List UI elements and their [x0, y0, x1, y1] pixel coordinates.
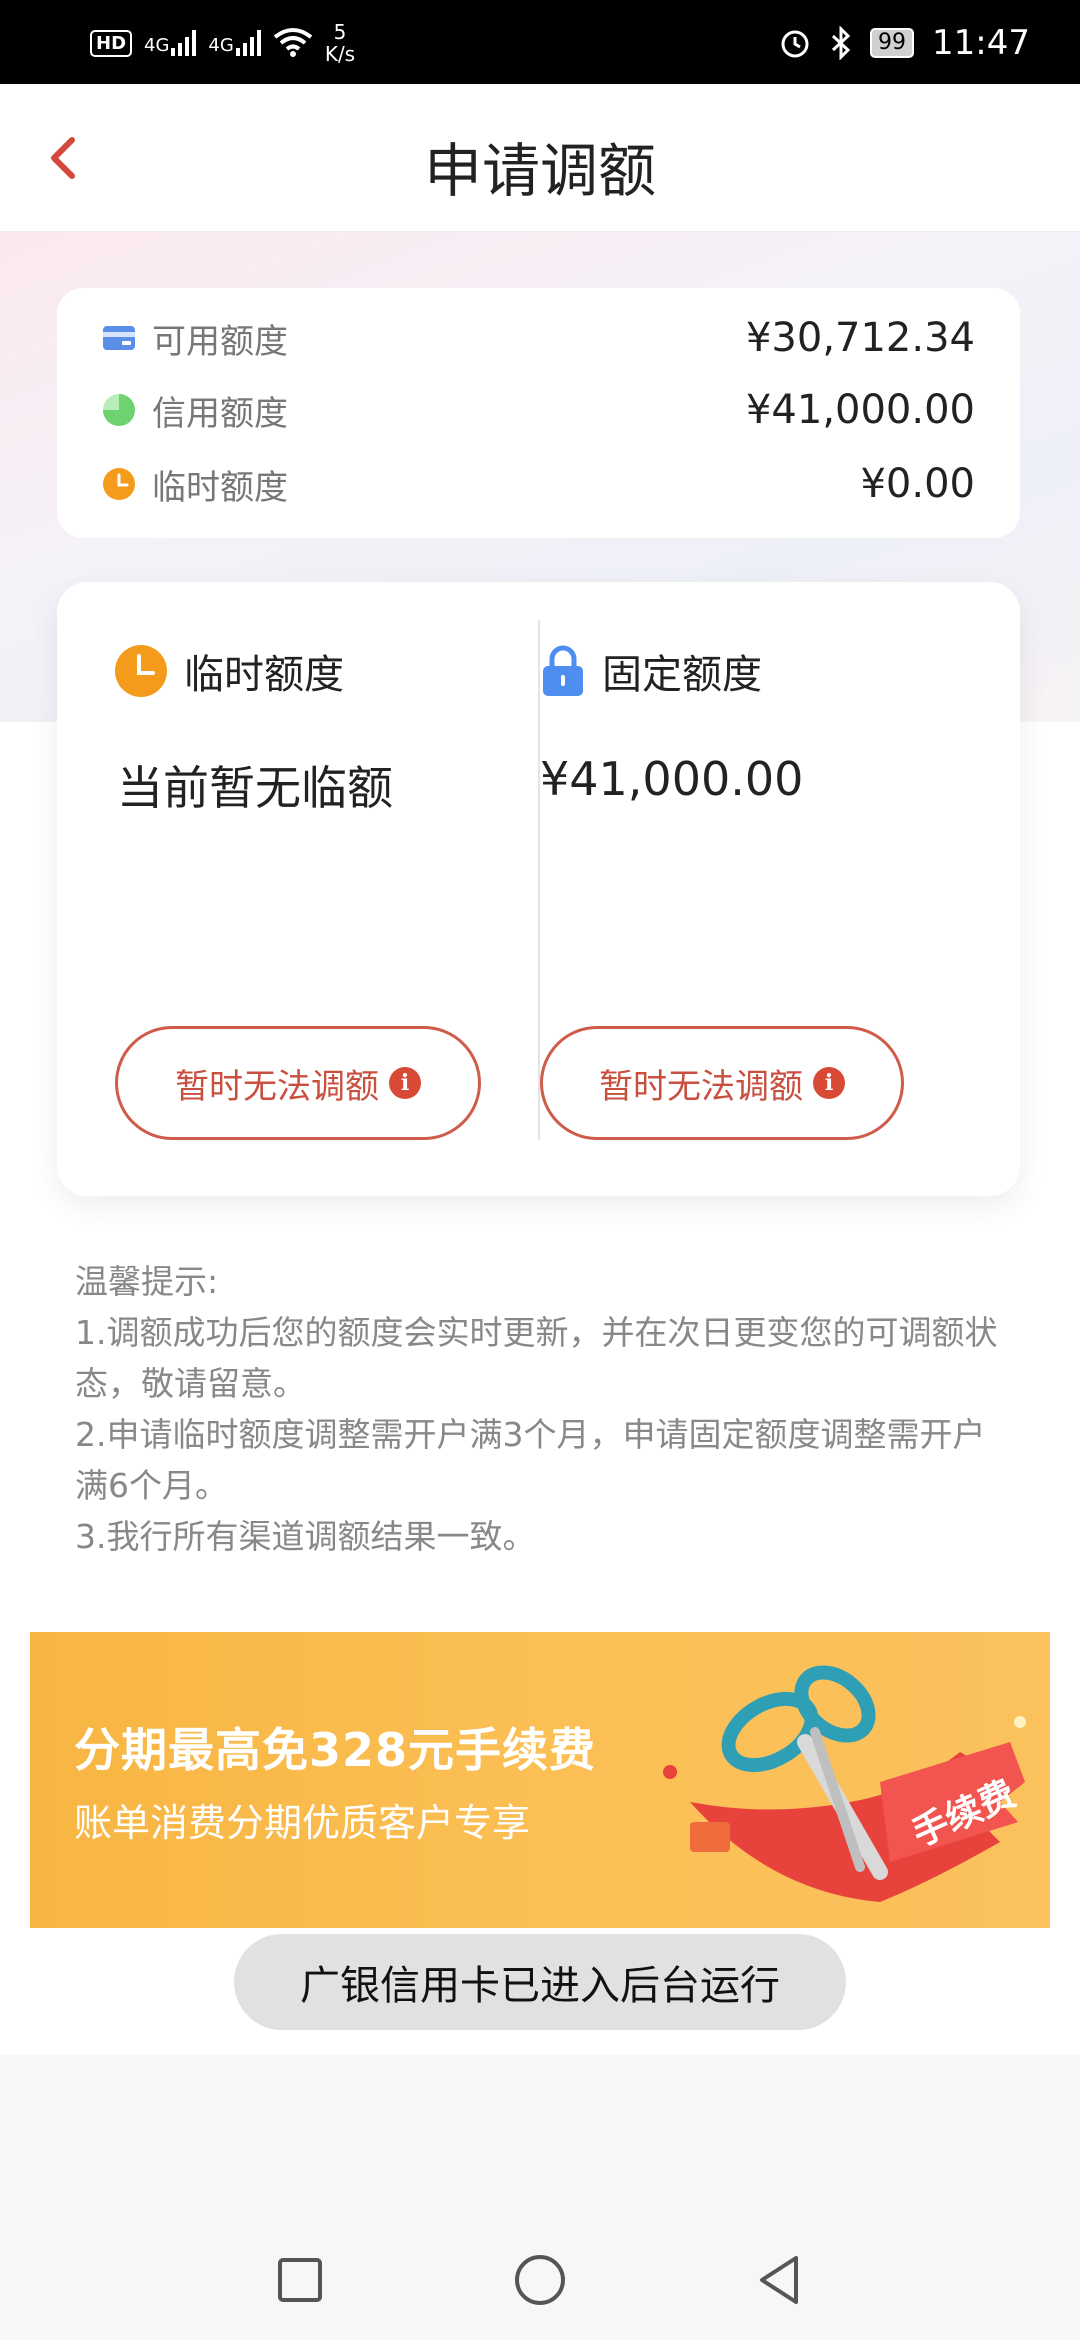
clock-icon: [103, 468, 135, 500]
speed-value: 5: [333, 20, 347, 44]
background-run-toast: 广银信用卡已进入后台运行: [234, 1934, 846, 2030]
fixed-adjust-button[interactable]: 暂时无法调额 i: [540, 1026, 904, 1140]
page-title: 申请调额: [423, 137, 656, 205]
bluetooth-icon: [831, 26, 851, 60]
credit-limit-row: 信用额度 ¥41,000.00: [102, 380, 975, 440]
status-bar: HD 4G 4G 5 K/s 99 11:47: [0, 0, 1080, 84]
credit-limit-value: ¥41,000.00: [745, 387, 975, 433]
clock-time: 11:47: [932, 23, 1030, 63]
temporary-panel-value: 当前暂无临额: [117, 761, 393, 815]
tip-item: 2.申请临时额度调整需开户满3个月，申请固定额度调整需开户满6个月。: [75, 1415, 986, 1505]
status-right: 99 11:47: [778, 16, 1030, 70]
temporary-limit-row: 临时额度 ¥0.00: [102, 454, 975, 514]
credit-limit-label: 信用额度: [152, 393, 288, 434]
signal-icon-2: 4G: [208, 30, 261, 56]
hd-badge: HD: [90, 29, 133, 57]
temporary-adjust-label: 暂时无法调额: [175, 1066, 379, 1107]
network-type: 4G: [144, 35, 170, 56]
temporary-limit-label: 临时额度: [152, 467, 288, 508]
tip-item: 1.调额成功后您的额度会实时更新，并在次日更变您的可调额状态，敬请留意。: [75, 1313, 998, 1403]
network-type-2: 4G: [208, 35, 234, 56]
tip-item: 3.我行所有渠道调额结果一致。: [75, 1517, 536, 1556]
available-limit-value: ¥30,712.34: [745, 315, 975, 361]
speed-unit: K/s: [324, 42, 356, 66]
info-icon[interactable]: i: [813, 1067, 845, 1099]
temporary-adjust-button[interactable]: 暂时无法调额 i: [115, 1026, 481, 1140]
network-speed: 5 K/s: [325, 21, 355, 65]
fixed-panel-header: 固定额度: [540, 642, 762, 700]
adjust-limit-card: 临时额度 当前暂无临额 暂时无法调额 i 固定额度 ¥41,000.00 暂时无…: [57, 582, 1020, 1196]
tips-section: 温馨提示: 1.调额成功后您的额度会实时更新，并在次日更变您的可调额状态，敬请留…: [75, 1256, 1015, 1562]
available-limit-row: 可用额度 ¥30,712.34: [102, 308, 975, 368]
lock-icon: [543, 645, 583, 696]
app-header: 申请调额: [0, 84, 1080, 232]
clock-icon: [115, 645, 167, 697]
info-icon[interactable]: i: [389, 1067, 421, 1099]
fixed-adjust-label: 暂时无法调额: [599, 1066, 803, 1107]
banner-subtitle: 账单消费分期优质客户专享: [74, 1801, 531, 1845]
pie-icon: [103, 394, 135, 426]
temporary-panel-title: 临时额度: [184, 652, 344, 698]
home-icon[interactable]: [508, 2248, 572, 2312]
wifi-icon: [273, 28, 313, 57]
temporary-panel-header: 临时额度: [114, 642, 344, 700]
card-icon: [103, 326, 135, 350]
recent-apps-icon[interactable]: [268, 2248, 332, 2312]
fixed-panel-title: 固定额度: [602, 652, 762, 698]
alarm-icon: [781, 30, 809, 58]
tips-heading: 温馨提示:: [75, 1262, 219, 1301]
promo-banner[interactable]: 分期最高免328元手续费 账单消费分期优质客户专享 手续费: [30, 1632, 1050, 1928]
fixed-panel-value: ¥41,000.00: [540, 752, 804, 806]
status-left: HD 4G 4G 5 K/s: [90, 16, 355, 70]
fixed-limit-panel: 固定额度 ¥41,000.00 暂时无法调额 i: [540, 582, 1021, 1196]
system-navigation-bar: [0, 2218, 1080, 2340]
available-limit-label: 可用额度: [152, 321, 288, 362]
temporary-limit-panel: 临时额度 当前暂无临额 暂时无法调额 i: [57, 582, 538, 1196]
temporary-limit-value: ¥0.00: [860, 461, 975, 507]
battery-icon: 99: [870, 28, 915, 58]
signal-icon: 4G: [144, 30, 197, 56]
back-nav-icon[interactable]: [748, 2248, 812, 2312]
scissors-ticket-illustration: 手续费: [663, 1665, 1026, 1902]
banner-title: 分期最高免328元手续费: [74, 1723, 597, 1777]
limit-summary-card: 可用额度 ¥30,712.34 信用额度 ¥41,000.00 临时额度 ¥0.…: [57, 288, 1020, 538]
